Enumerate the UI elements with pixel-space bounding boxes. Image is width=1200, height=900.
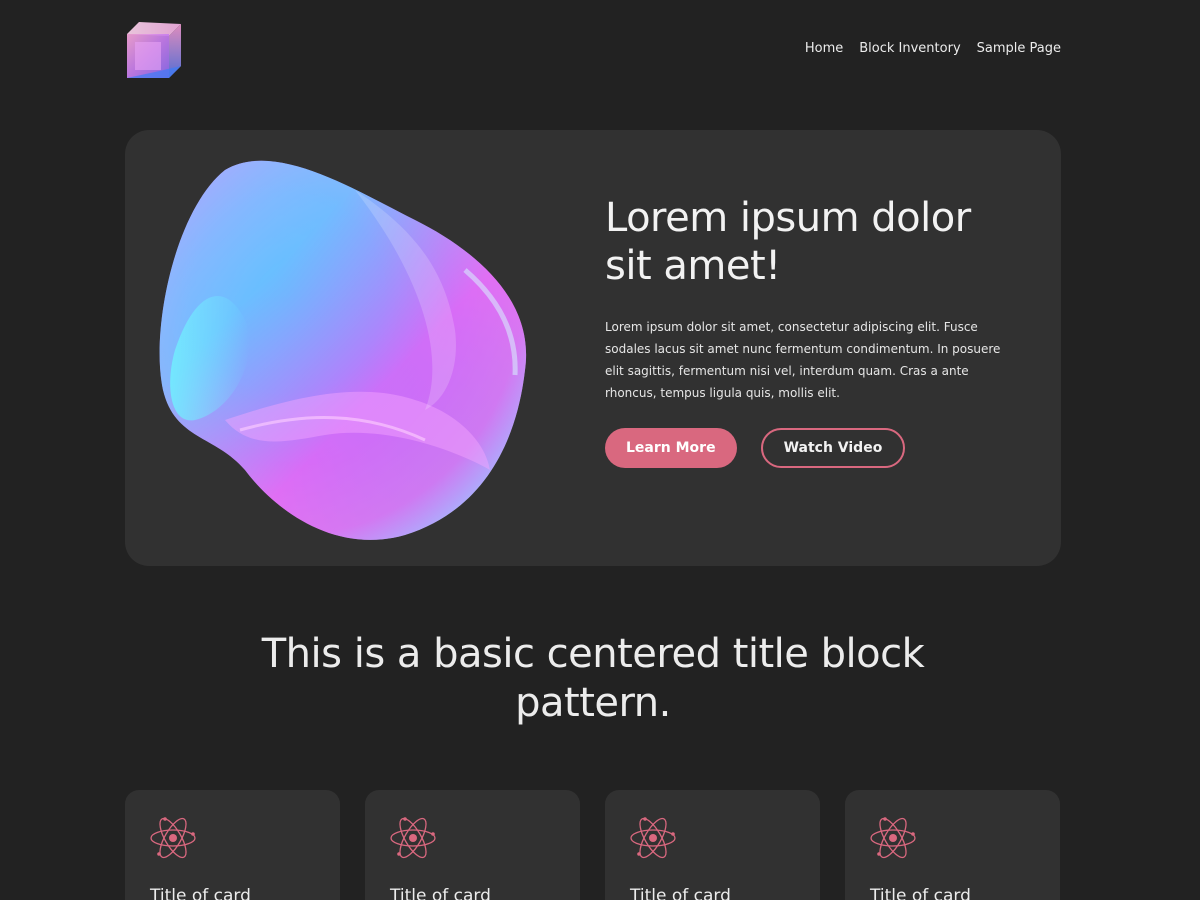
hero-content: Lorem ipsum dolor sit amet! Lorem ipsum … xyxy=(605,194,1015,468)
card-title: Title of card xyxy=(150,886,251,900)
nav-link-home[interactable]: Home xyxy=(805,41,843,56)
atom-icon xyxy=(150,817,196,859)
card-2: Title of card xyxy=(365,790,580,900)
card-grid: Title of card Title of card Title of car… xyxy=(125,790,1061,900)
card-3: Title of card xyxy=(605,790,820,900)
atom-icon xyxy=(870,817,916,859)
iridescent-blob-image xyxy=(159,160,527,540)
nav-link-sample-page[interactable]: Sample Page xyxy=(977,41,1061,56)
cube-logo-icon[interactable] xyxy=(125,20,183,80)
card-1: Title of card xyxy=(125,790,340,900)
hero-buttons: Learn More Watch Video xyxy=(605,428,1015,468)
site-header: Home Block Inventory Sample Page xyxy=(125,20,1061,80)
watch-video-button[interactable]: Watch Video xyxy=(760,428,906,468)
section-title: This is a basic centered title block pat… xyxy=(261,631,925,726)
card-title: Title of card xyxy=(870,886,971,900)
learn-more-button[interactable]: Learn More xyxy=(605,428,737,468)
card-title: Title of card xyxy=(390,886,491,900)
page: Home Block Inventory Sample Page Lorem i… xyxy=(0,0,1200,900)
hero-title: Lorem ipsum dolor sit amet! xyxy=(605,195,971,289)
hero-description: Lorem ipsum dolor sit amet, consectetur … xyxy=(605,320,1001,400)
atom-icon xyxy=(390,817,436,859)
nav-link-block-inventory[interactable]: Block Inventory xyxy=(859,41,960,56)
atom-icon xyxy=(630,817,676,859)
main-nav: Home Block Inventory Sample Page xyxy=(805,41,1061,56)
hero-section: Lorem ipsum dolor sit amet! Lorem ipsum … xyxy=(125,130,1061,566)
card-title: Title of card xyxy=(630,886,731,900)
card-4: Title of card xyxy=(845,790,1060,900)
